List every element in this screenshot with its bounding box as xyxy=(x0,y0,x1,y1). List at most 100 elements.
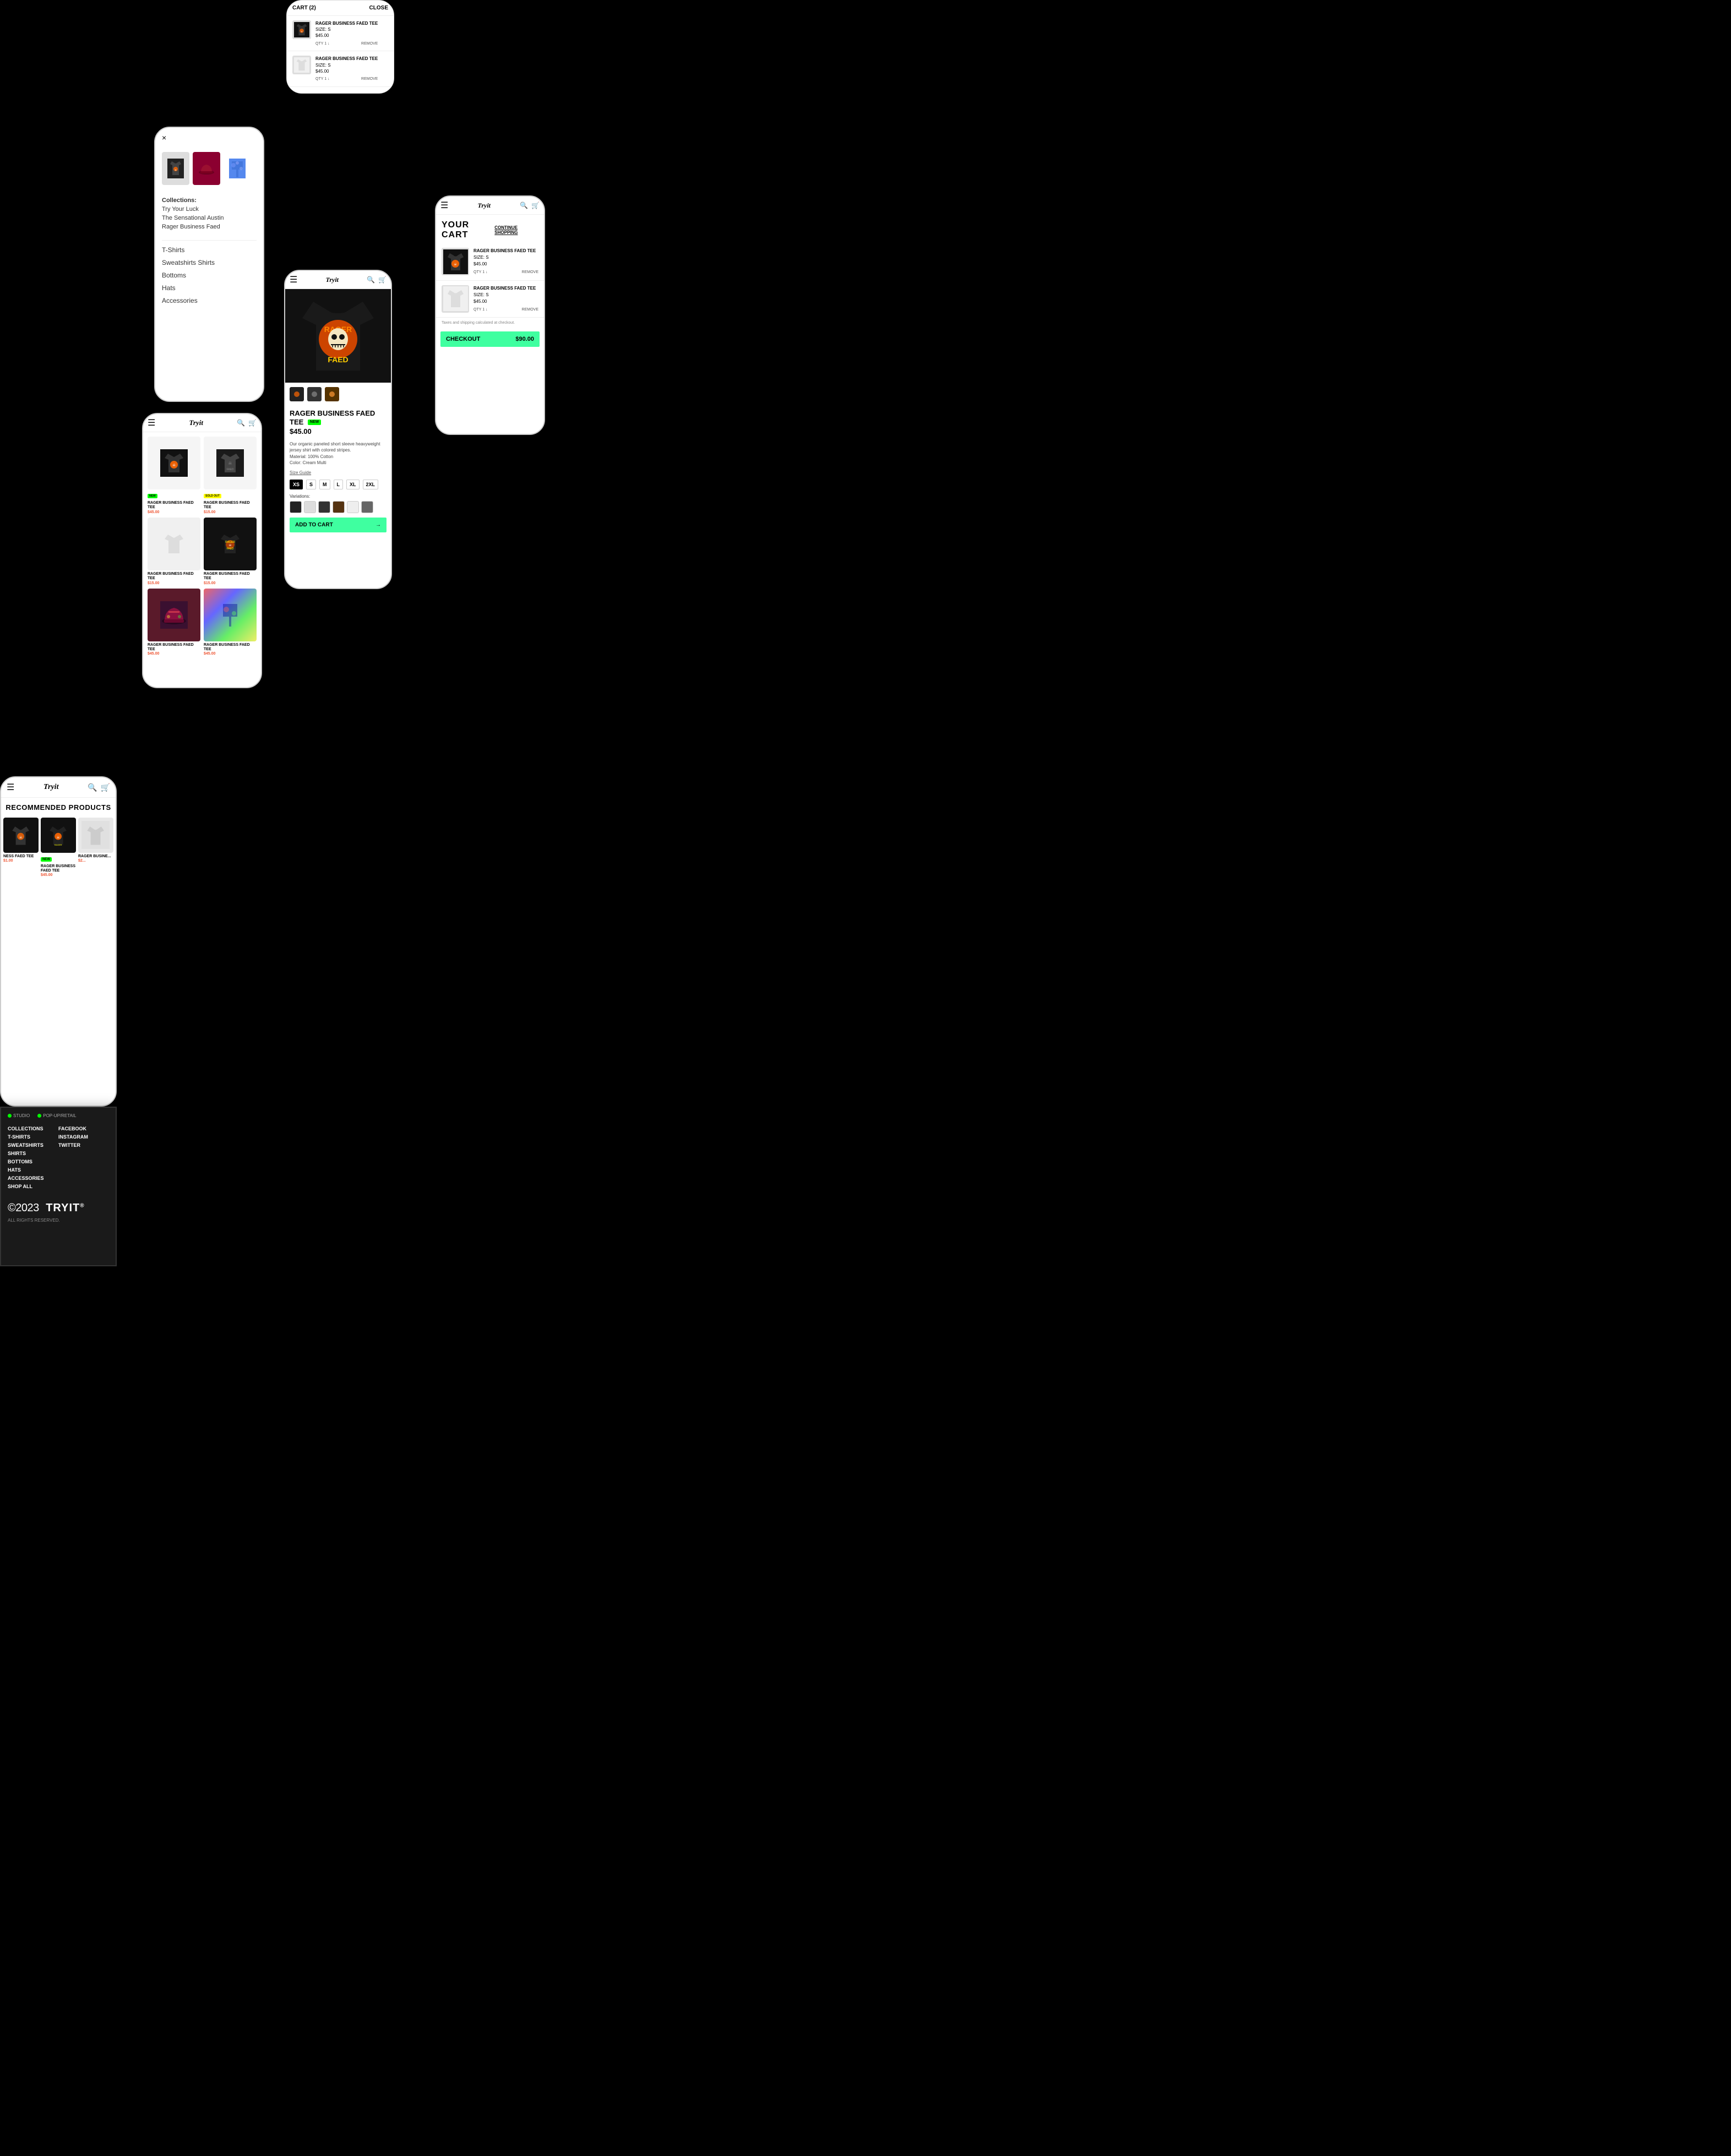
cart-qty-selector[interactable]: QTY 1 ↓ xyxy=(473,307,488,313)
close-cart-button[interactable]: CLOSE xyxy=(369,5,388,11)
cart-icon[interactable]: 🛒 xyxy=(101,783,110,792)
cart-item-size: SIZE: S xyxy=(315,26,378,32)
product-name: RAGER BUSINESS FAED TEE xyxy=(204,643,257,652)
collections-section: Collections: Try Your Luck The Sensation… xyxy=(155,189,263,236)
sold-badge: SOLD OUT xyxy=(204,494,221,498)
continue-shopping-button[interactable]: CONTINUE SHOPPING xyxy=(494,225,538,235)
cart-qty-selector[interactable]: QTY 1 ↓ xyxy=(473,270,488,276)
grid-product-item[interactable]: RAGER ☠ FAED RAGER BUSINESS FAED TEE $15… xyxy=(204,518,257,585)
cart-remove-button[interactable]: REMOVE xyxy=(522,307,538,313)
site-logo: Tryit xyxy=(43,783,58,792)
cart-icon[interactable]: 🛒 xyxy=(248,419,257,427)
variation-2[interactable] xyxy=(304,501,316,513)
cart-icon[interactable]: 🛒 xyxy=(378,276,387,284)
cart-item-svg: ☠ xyxy=(443,249,468,274)
size-m[interactable]: M xyxy=(319,480,330,489)
checkout-button[interactable]: CHECKOUT $90.00 xyxy=(440,331,540,347)
collection-sensational[interactable]: The Sensational Austin xyxy=(162,215,257,221)
cart-remove-btn[interactable]: REMOVE xyxy=(361,77,378,82)
size-selector: XS S M L XL 2XL xyxy=(285,477,391,492)
cart-qty-selector[interactable]: QTY 1 ↓ xyxy=(315,41,330,47)
variation-5[interactable] xyxy=(347,501,359,513)
size-s[interactable]: S xyxy=(306,480,316,489)
cart-remove-btn[interactable]: REMOVE xyxy=(361,41,378,47)
grid-product-item[interactable]: ☠ NEW RAGER BUSINESS FAED TEE $45.00 xyxy=(148,437,200,514)
product-name: RAGER BUSINESS FAED TEE xyxy=(204,572,257,581)
cat-hats[interactable]: Hats xyxy=(155,283,263,293)
cat-accessories[interactable]: Accessories xyxy=(155,296,263,306)
thumb-svg xyxy=(291,389,302,400)
search-icon[interactable]: 🔍 xyxy=(520,202,528,209)
product-item[interactable]: RAGER BUSINE... $2... xyxy=(78,818,113,878)
product-price: $1.00 xyxy=(3,859,39,863)
cat-tshirts[interactable]: T-Shirts xyxy=(155,245,263,255)
search-icon[interactable]: 🔍 xyxy=(237,419,245,427)
cart-item-size: SIZE: S xyxy=(473,292,538,298)
svg-text:☠: ☠ xyxy=(454,263,457,266)
menu-icon[interactable]: ☰ xyxy=(7,782,14,793)
collection-rager[interactable]: Rager Business Faed xyxy=(162,224,257,230)
menu-icon[interactable]: ☰ xyxy=(148,417,155,428)
variation-4[interactable] xyxy=(333,501,345,513)
grid-product-item[interactable]: RAGER BUSINESS FAED TEE $45.00 xyxy=(204,589,257,656)
cat-bottoms[interactable]: Bottoms xyxy=(155,270,263,280)
product-price: $15.00 xyxy=(204,581,257,585)
variation-3[interactable] xyxy=(318,501,330,513)
menu-icon[interactable]: ☰ xyxy=(290,274,297,285)
variation-6[interactable] xyxy=(361,501,373,513)
product-thumb-2[interactable] xyxy=(307,387,322,401)
product-thumb-3[interactable] xyxy=(325,387,339,401)
grid-product-item[interactable]: RAGER BUSINESS FAED TEE $45.00 xyxy=(148,589,200,656)
variations-label: Variations: xyxy=(285,492,391,500)
grid-product-image: ☠ FAED xyxy=(216,449,244,477)
tax-note: Taxes and shipping calculated at checkou… xyxy=(436,318,544,328)
svg-text:☠: ☠ xyxy=(175,168,177,171)
footer-hats[interactable]: HATS xyxy=(8,1167,58,1173)
add-to-cart-button[interactable]: ADD TO CART → xyxy=(290,518,387,532)
cart-item-price: $45.00 xyxy=(315,68,378,74)
product-price: $15.00 xyxy=(204,510,257,514)
size-xs[interactable]: XS xyxy=(290,480,303,489)
grid-product-item[interactable]: RAGER BUSINESS FAED TEE $15.00 xyxy=(148,518,200,585)
search-icon[interactable]: 🔍 xyxy=(367,276,375,284)
collection-try-luck[interactable]: Try Your Luck xyxy=(162,206,257,213)
search-icon[interactable]: 🔍 xyxy=(88,783,97,792)
svg-text:☠: ☠ xyxy=(57,836,60,840)
variation-1[interactable] xyxy=(290,501,302,513)
cart-icon[interactable]: 🛒 xyxy=(531,202,540,209)
footer-tshirts[interactable]: T-SHIRTS xyxy=(8,1134,58,1140)
footer-shirts[interactable]: SHIRTS xyxy=(8,1151,58,1156)
footer-shopall[interactable]: SHOP ALL xyxy=(8,1184,58,1189)
product-thumb-1[interactable] xyxy=(290,387,304,401)
nav-icons: 🔍 🛒 xyxy=(88,783,110,792)
svg-text:RAGER: RAGER xyxy=(55,844,62,846)
menu-image-pants xyxy=(224,152,251,185)
footer-bottoms[interactable]: BOTTOMS xyxy=(8,1159,58,1164)
product-name: NESS FAED TEE xyxy=(3,854,39,859)
size-2xl[interactable]: 2XL xyxy=(363,480,379,489)
menu-icon[interactable]: ☰ xyxy=(440,200,448,211)
popup-link[interactable]: POP-UP/RETAIL xyxy=(37,1113,76,1118)
product-item[interactable]: ☠ NESS FAED TEE $1.00 xyxy=(3,818,39,878)
cat-sweatshirts[interactable]: Sweatshirts Shirts xyxy=(155,258,263,268)
footer-collections[interactable]: COLLECTIONS xyxy=(8,1126,58,1131)
size-xl[interactable]: XL xyxy=(346,480,360,489)
cart-qty-selector[interactable]: QTY 1 ↓ xyxy=(315,77,330,82)
footer-twitter[interactable]: TWITTER xyxy=(58,1142,109,1148)
cart-drawer-panel: CART (2) CLOSE ☠ RAGER BUSINESS FAED TEE… xyxy=(286,0,394,94)
footer-accessories[interactable]: ACCESSORIES xyxy=(8,1175,58,1181)
footer-facebook[interactable]: FACEBOOK xyxy=(58,1126,109,1131)
product-item[interactable]: ☠ RAGER NEW RAGER BUSINESS FAED TEE $45.… xyxy=(41,818,76,878)
footer-sweatshirts[interactable]: SWEATSHIRTS xyxy=(8,1142,58,1148)
size-l[interactable]: L xyxy=(334,480,344,489)
close-button[interactable]: × xyxy=(155,128,263,148)
grid-product-item[interactable]: ☠ FAED SOLD OUT RAGER BUSINESS FAED TEE … xyxy=(204,437,257,514)
cart-item-name: RAGER BUSINESS FAED TEE xyxy=(473,248,538,254)
footer-instagram[interactable]: INSTAGRAM xyxy=(58,1134,109,1140)
cart-remove-button[interactable]: REMOVE xyxy=(522,270,538,276)
menu-pants-svg xyxy=(229,159,246,178)
footer-col-right: FACEBOOK INSTAGRAM TWITTER xyxy=(58,1126,109,1192)
popup-dot xyxy=(37,1114,41,1118)
studio-link[interactable]: STUDIO xyxy=(8,1113,30,1118)
size-guide-link[interactable]: Size Guide xyxy=(285,468,391,477)
